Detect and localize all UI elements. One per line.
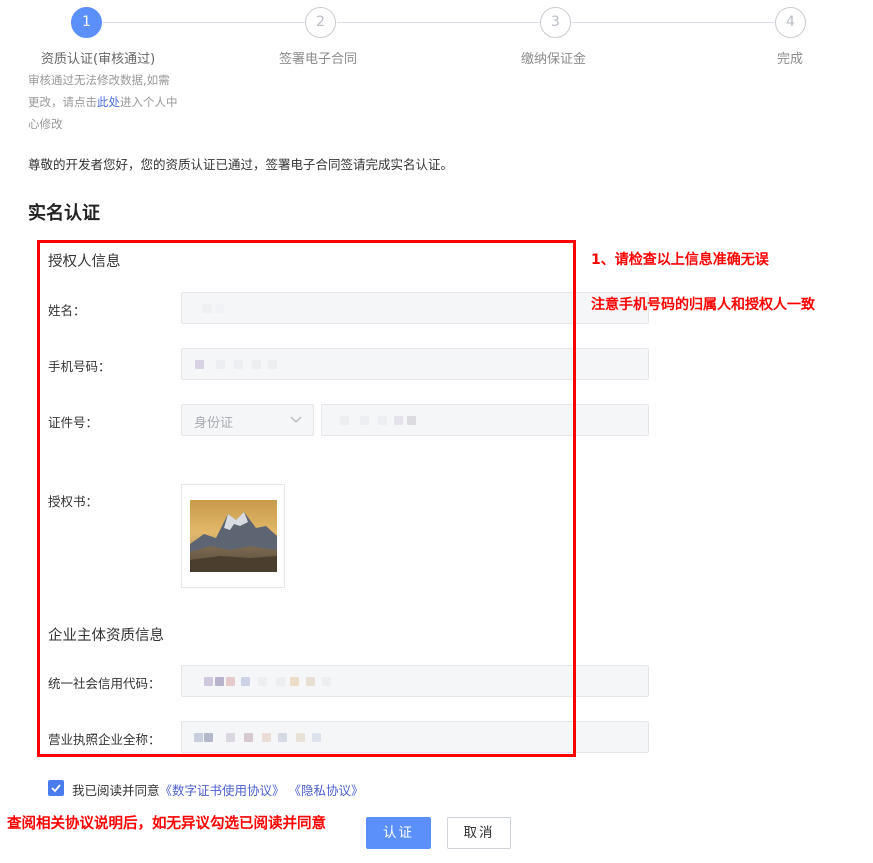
check-icon	[51, 784, 61, 793]
progress-steps: 1 2 3 4 资质认证(审核通过) 签署电子合同 缴纳保证金 完成 审核通过无…	[0, 0, 873, 140]
step-2-title: 签署电子合同	[279, 52, 358, 67]
step-connector	[103, 22, 306, 23]
step-2-circle: 2	[305, 7, 336, 38]
cancel-button[interactable]: 取消	[447, 817, 511, 849]
note-phone-owner: 注意手机号码的归属人和授权人一致	[591, 297, 815, 313]
highlight-box	[37, 240, 576, 757]
step-connector	[571, 22, 774, 23]
agreement-prefix: 我已阅读并同意	[72, 783, 160, 798]
step-1-circle: 1	[71, 7, 102, 38]
privacy-agreement-link[interactable]: 《隐私协议》	[289, 783, 364, 798]
page-title: 实名认证	[28, 203, 100, 224]
greeting-text: 尊敬的开发者您好，您的资质认证已通过，签署电子合同签请完成实名认证。	[28, 157, 454, 172]
digital-certificate-agreement-link[interactable]: 《数字证书使用协议》	[160, 783, 285, 798]
step-3-circle: 3	[540, 7, 571, 38]
agreement-text: 我已阅读并同意《数字证书使用协议》 《隐私协议》	[72, 780, 364, 799]
step-4-title: 完成	[777, 52, 804, 67]
edit-here-link[interactable]: 此处	[97, 95, 120, 109]
step-1-title: 资质认证(审核通过)	[41, 52, 156, 67]
submit-button[interactable]: 认证	[366, 817, 431, 849]
step-1-description: 审核通过无法修改数据,如需更改，请点击此处进入个人中心修改	[28, 69, 180, 135]
step-3-title: 缴纳保证金	[521, 52, 587, 67]
note-read-agreement: 查阅相关协议说明后，如无异议勾选已阅读并同意	[7, 816, 326, 832]
step-connector	[337, 22, 540, 23]
step-4-circle: 4	[775, 7, 806, 38]
note-verify-info: 1、请检查以上信息准确无误	[591, 252, 769, 268]
agreement-checkbox[interactable]	[48, 780, 64, 796]
